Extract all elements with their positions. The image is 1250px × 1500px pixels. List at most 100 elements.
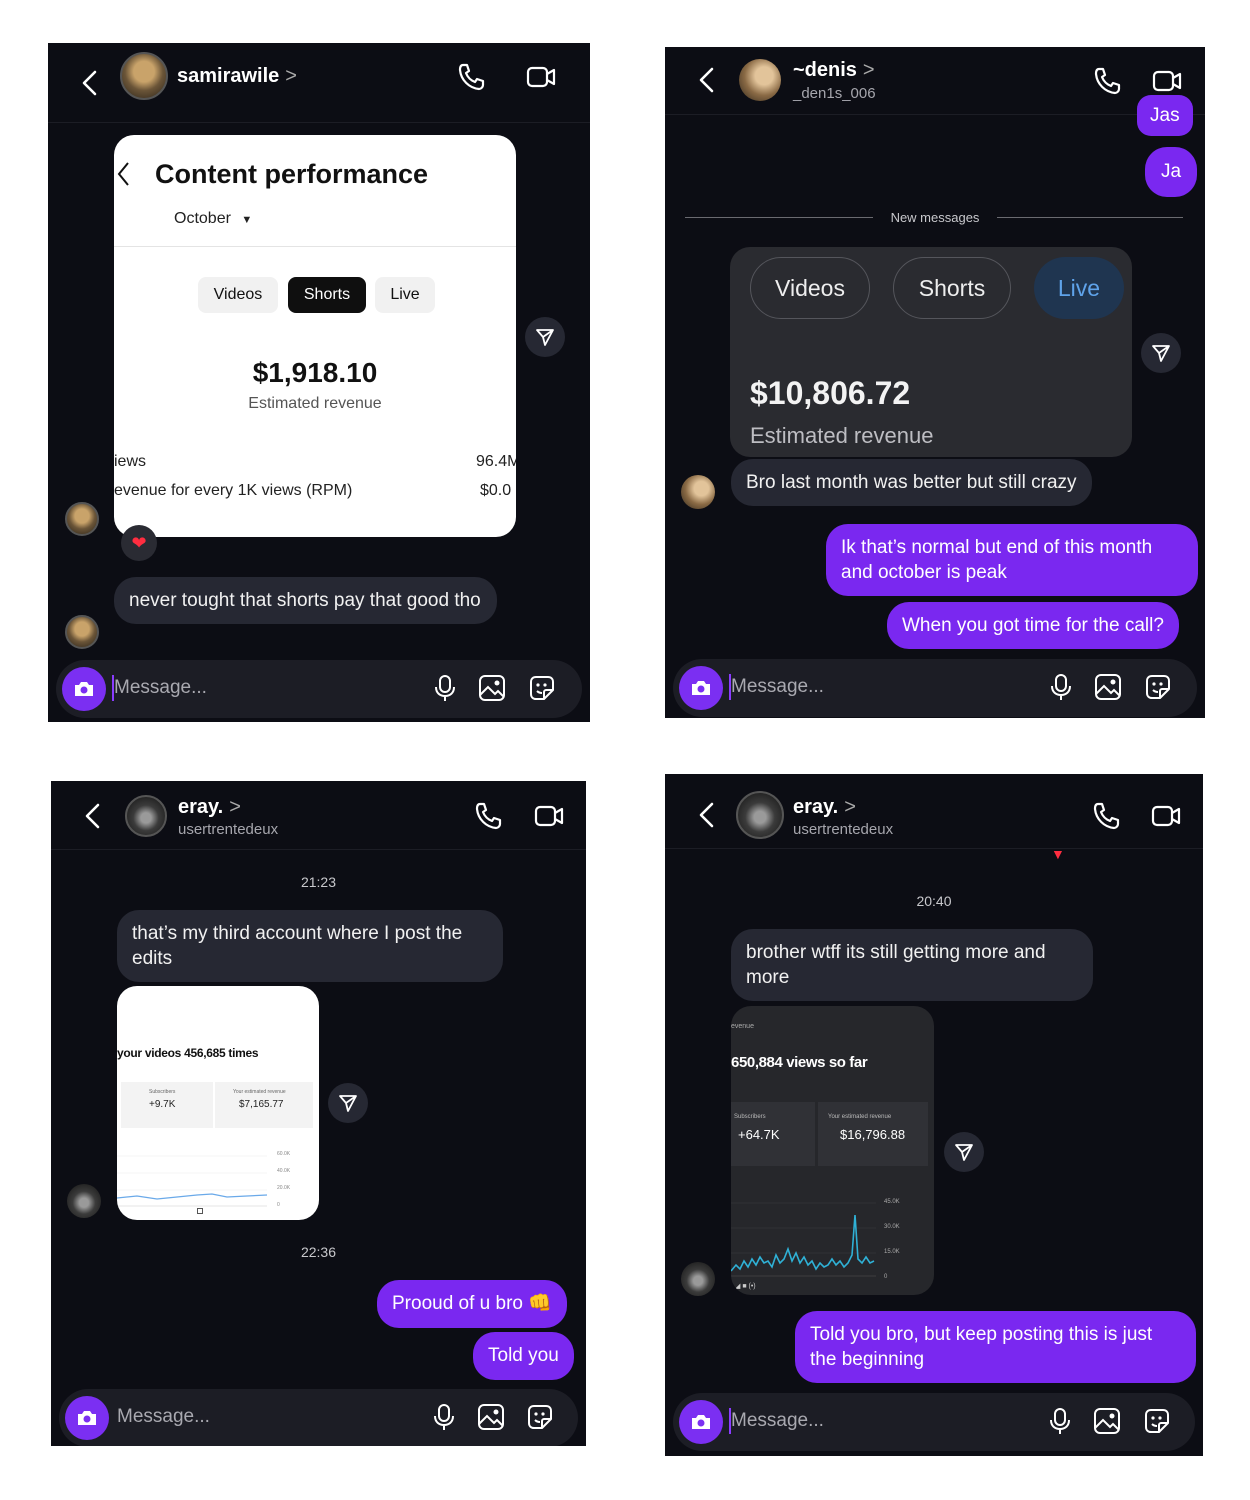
sender-avatar [65, 502, 99, 536]
incoming-message[interactable]: brother wtff its still getting more and … [731, 929, 1093, 1001]
y-tick: 0 [277, 1202, 280, 1208]
avatar[interactable] [739, 59, 781, 101]
dropdown-icon: ▼ [241, 214, 253, 226]
phone-icon[interactable] [1092, 65, 1124, 97]
video-icon[interactable] [525, 61, 557, 93]
outgoing-message[interactable]: Jas [1137, 95, 1193, 136]
sticker-icon[interactable] [1142, 1406, 1172, 1436]
shared-screenshot-card[interactable]: your videos 456,685 times Subscribers +9… [117, 986, 319, 1220]
outgoing-message[interactable]: Told you [473, 1332, 574, 1380]
share-button[interactable] [525, 317, 565, 357]
shared-screenshot-card[interactable]: evenue 650,884 views so far Subscribers … [731, 1006, 934, 1295]
video-icon[interactable] [1151, 65, 1183, 97]
back-icon[interactable] [81, 801, 105, 831]
stat-row-value: $0.0 [480, 482, 512, 499]
stat-label: Subscribers [149, 1089, 176, 1095]
gallery-icon[interactable] [477, 673, 507, 703]
stat-value: $7,165.77 [239, 1099, 284, 1110]
timestamp: 21:23 [300, 874, 337, 890]
share-icon [955, 1144, 973, 1161]
avatar[interactable] [736, 791, 784, 839]
message-input[interactable]: Message... [731, 1410, 824, 1432]
phone-icon[interactable] [456, 61, 488, 93]
sticker-icon[interactable] [527, 673, 557, 703]
message-input[interactable]: Message... [731, 676, 824, 698]
stat-row-value: 96.4M [476, 453, 516, 470]
username[interactable]: eray. > [178, 796, 241, 819]
back-icon[interactable] [695, 65, 719, 95]
camera-button[interactable] [679, 1400, 723, 1444]
share-button[interactable] [328, 1083, 368, 1123]
mic-icon[interactable] [1046, 672, 1076, 702]
message-composer: Message... [56, 660, 582, 718]
chat-header: ~denis > _den1s_006 [665, 47, 1205, 115]
message-input[interactable]: Message... [114, 677, 207, 699]
chat-header: samirawile > [48, 43, 590, 123]
outgoing-message[interactable]: Ik that’s normal but end of this month a… [826, 524, 1198, 596]
camera-button[interactable] [65, 1396, 109, 1440]
incoming-message[interactable]: Bro last month was better but still craz… [731, 459, 1092, 506]
camera-icon [692, 1415, 710, 1429]
username[interactable]: ~denis > [793, 59, 875, 82]
incoming-message[interactable]: never tought that shorts pay that good t… [114, 577, 497, 624]
camera-icon [692, 681, 710, 695]
phone-icon[interactable] [1091, 800, 1123, 832]
mic-icon[interactable] [430, 673, 460, 703]
stat-value: +64.7K [738, 1127, 780, 1142]
divider [114, 246, 516, 247]
gallery-icon[interactable] [476, 1402, 506, 1432]
chat-panel-samirawile: samirawile > Content performance October … [48, 43, 590, 722]
divider [997, 217, 1183, 218]
tab-videos: Videos [198, 277, 278, 313]
back-icon [117, 162, 129, 186]
share-button[interactable] [944, 1132, 984, 1172]
stat-label: Subscribers [734, 1114, 766, 1120]
avatar[interactable] [125, 795, 167, 837]
outgoing-message[interactable]: Told you bro, but keep posting this is j… [795, 1311, 1196, 1383]
sticker-icon[interactable] [1143, 672, 1173, 702]
gallery-icon[interactable] [1093, 672, 1123, 702]
gallery-icon[interactable] [1092, 1406, 1122, 1436]
video-icon[interactable] [533, 800, 565, 832]
mic-icon[interactable] [429, 1402, 459, 1432]
message-composer: Message... [673, 659, 1197, 717]
card-top-label: evenue [731, 1023, 754, 1030]
shared-screenshot-card[interactable]: Videos Shorts Live $10,806.72 Estimated … [730, 247, 1132, 457]
heart-icon[interactable]: ❤ [121, 525, 157, 561]
mini-line-chart [731, 1202, 876, 1277]
y-tick: 0 [884, 1274, 888, 1280]
y-tick: 20.0K [277, 1185, 291, 1191]
camera-button[interactable] [679, 666, 723, 710]
share-icon [339, 1095, 357, 1112]
phone-icon[interactable] [473, 800, 505, 832]
outgoing-message[interactable]: Prooud of u bro 👊 [377, 1280, 567, 1328]
sticker-icon[interactable] [525, 1402, 555, 1432]
back-icon[interactable] [695, 800, 719, 830]
incoming-message[interactable]: that’s my third account where I post the… [117, 910, 503, 982]
shared-screenshot-card[interactable]: Content performance October ▼ Videos Sho… [114, 135, 516, 537]
tab-live: Live [375, 277, 435, 313]
username[interactable]: eray. > [793, 796, 856, 819]
message-composer: Message... [59, 1389, 578, 1446]
revenue-amount: $1,918.10 [252, 357, 378, 388]
chat-header: eray. > usertrentedeux [51, 781, 586, 850]
chat-panel-eray-2: eray. > usertrentedeux ▼ 20:40 brother wt… [665, 774, 1203, 1456]
y-tick: 15.0K [884, 1249, 900, 1255]
share-button[interactable] [1141, 333, 1181, 373]
username[interactable]: samirawile > [177, 65, 297, 88]
mic-icon[interactable] [1045, 1406, 1075, 1436]
card-headline: your videos 456,685 times [117, 1046, 259, 1060]
card-title: Content performance [155, 159, 429, 189]
avatar[interactable] [120, 52, 168, 100]
sender-avatar [65, 615, 99, 649]
outgoing-message[interactable]: Ja [1145, 147, 1198, 197]
y-tick: 45.0K [884, 1199, 900, 1205]
video-icon[interactable] [1150, 800, 1182, 832]
card-headline: 650,884 views so far [731, 1054, 868, 1071]
camera-button[interactable] [62, 667, 106, 711]
sender-avatar [681, 1262, 715, 1296]
outgoing-message[interactable]: When you got time for the call? [887, 602, 1179, 649]
message-input[interactable]: Message... [117, 1406, 210, 1428]
back-icon[interactable] [78, 68, 102, 98]
stat-row-label: iews [114, 453, 147, 470]
